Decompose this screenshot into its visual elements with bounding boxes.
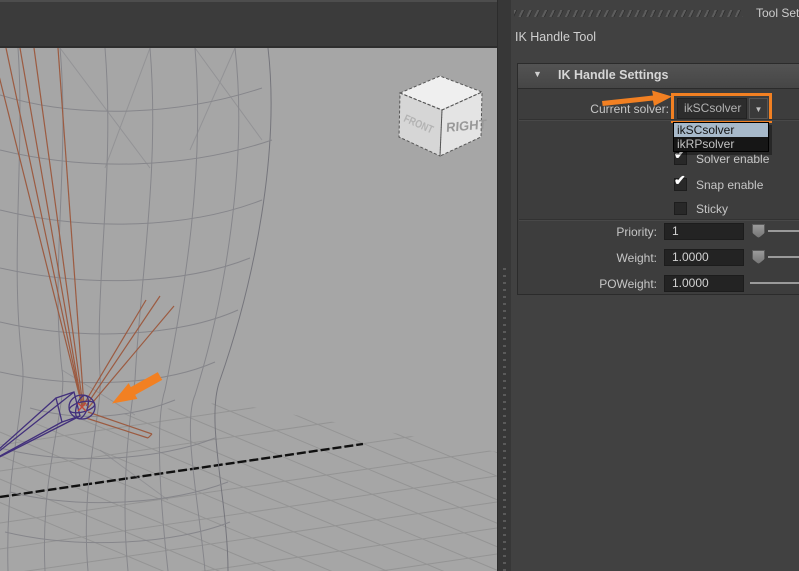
priority-slider-thumb[interactable] bbox=[752, 224, 765, 238]
maya-window: FRONT RIGHT Tool Settings IK Handle Tool… bbox=[0, 0, 799, 571]
weight-slider-thumb[interactable] bbox=[752, 250, 765, 264]
dropdown-option-ikscsolver[interactable]: ikSCsolver bbox=[674, 123, 768, 137]
annotation-arrow-panel bbox=[602, 90, 672, 106]
viewport-topbar bbox=[0, 0, 497, 48]
section-title: IK Handle Settings bbox=[558, 68, 669, 82]
priority-slider-track[interactable] bbox=[768, 230, 799, 232]
solver-enable-label: Solver enable bbox=[696, 152, 770, 166]
priority-field[interactable]: 1 bbox=[664, 223, 744, 240]
sticky-checkbox[interactable] bbox=[674, 202, 687, 215]
dropdown-arrow-button[interactable]: ▼ bbox=[749, 98, 768, 119]
collapse-triangle-icon[interactable]: ▼ bbox=[533, 69, 542, 79]
poweight-field[interactable]: 1.0000 bbox=[664, 275, 744, 292]
weight-field[interactable]: 1.0000 bbox=[664, 249, 744, 266]
snap-enable-label: Snap enable bbox=[696, 178, 764, 192]
section-header[interactable]: ▼ IK Handle Settings bbox=[518, 64, 799, 89]
panel-title: Tool Settings bbox=[756, 6, 799, 20]
tool-title: IK Handle Tool bbox=[515, 30, 597, 44]
viewport-3d[interactable]: FRONT RIGHT bbox=[0, 0, 497, 571]
ik-handle-settings-section: ▼ IK Handle Settings Current solver: ikS… bbox=[517, 63, 799, 295]
panel-drag-grip[interactable] bbox=[514, 10, 743, 17]
weight-label: Weight: bbox=[616, 251, 657, 265]
separator bbox=[519, 119, 799, 121]
dropdown-option-ikrpsolver[interactable]: ikRPsolver bbox=[674, 137, 768, 151]
poweight-slider-track[interactable] bbox=[750, 282, 799, 284]
weight-slider-track[interactable] bbox=[768, 256, 799, 258]
separator bbox=[519, 219, 799, 221]
solver-dropdown-list: ikSCsolver ikRPsolver bbox=[673, 122, 769, 152]
chevron-down-icon: ▼ bbox=[754, 105, 763, 114]
divider-grip-dots bbox=[503, 268, 506, 571]
tool-settings-panel: Tool Settings IK Handle Tool ▼ IK Handle… bbox=[511, 0, 799, 571]
sticky-label: Sticky bbox=[696, 202, 729, 216]
priority-label: Priority: bbox=[616, 225, 657, 239]
poweight-label: POWeight: bbox=[599, 277, 657, 291]
snap-enable-checkmark-icon: ✔ bbox=[674, 172, 686, 188]
current-solver-dropdown[interactable]: ikSCsolver bbox=[677, 98, 747, 119]
